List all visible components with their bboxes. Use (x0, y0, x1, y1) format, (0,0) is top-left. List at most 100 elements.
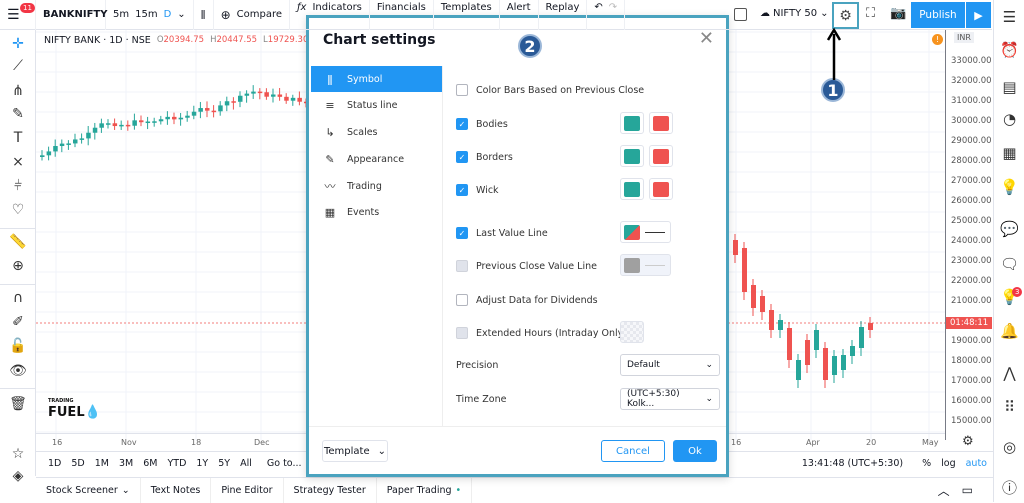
prev-close-line-option[interactable]: Previous Close Value Line (456, 260, 597, 272)
alert-button[interactable]: Alert (500, 0, 539, 30)
warning-icon[interactable]: ! (932, 34, 943, 45)
range-3m[interactable]: 3M (119, 458, 133, 469)
borders-up-color[interactable] (620, 145, 644, 167)
chats-icon[interactable]: 💬 (994, 220, 1024, 238)
collapse-panel-icon[interactable]: ︿ (938, 482, 950, 499)
dots-grid-icon[interactable]: ⠿ (994, 398, 1024, 416)
compare-button[interactable]: ⊕ Compare (214, 0, 291, 30)
trash-icon[interactable]: 🗑 (8, 396, 28, 412)
tab-paper-trading[interactable]: Paper Trading • (377, 477, 473, 503)
chart-type-button[interactable]: ǁ (194, 0, 214, 30)
trend-line-icon[interactable]: ⟋ (8, 58, 28, 74)
adjust-dividends-option[interactable]: Adjust Data for Dividends (456, 294, 598, 306)
tab-pine-editor[interactable]: Pine Editor (211, 477, 284, 503)
chevron-down-icon[interactable]: ⌄ (177, 9, 185, 20)
checkbox[interactable]: ✓ (456, 227, 468, 239)
alarm-clock-icon[interactable]: ⏰ (994, 41, 1024, 59)
range-1y[interactable]: 1Y (196, 458, 208, 469)
last-value-line-option[interactable]: ✓ Last Value Line (456, 227, 548, 239)
icons-tool-icon[interactable]: ♡ (8, 202, 28, 218)
eye-icon[interactable]: 👁 (8, 363, 28, 379)
brush-icon[interactable]: ✎ (8, 106, 28, 122)
extended-hours-color[interactable] (620, 321, 644, 343)
checkbox[interactable] (456, 294, 468, 306)
chat-icon[interactable]: 🗨 (994, 255, 1024, 273)
nav-events[interactable]: ▦ Events (311, 199, 442, 225)
range-5d[interactable]: 5D (71, 458, 84, 469)
interval-15m[interactable]: 15m (135, 9, 157, 20)
templates-button[interactable]: Templates (434, 0, 500, 30)
ruler-icon[interactable]: 📏 (8, 234, 28, 250)
pattern-icon[interactable]: ⨯ (8, 154, 28, 170)
calendar-icon[interactable]: ▦ (994, 144, 1024, 162)
layers-icon[interactable]: ◈ (8, 468, 28, 484)
wick-down-color[interactable] (649, 178, 673, 200)
checkbox[interactable]: ✓ (456, 184, 468, 196)
timer-icon[interactable]: ◔ (994, 110, 1024, 128)
crosshair-icon[interactable]: ✛ (8, 36, 28, 52)
log-toggle[interactable]: log (941, 458, 955, 469)
help-icon[interactable]: ⓘ (994, 477, 1024, 498)
borders-option[interactable]: ✓ Borders (456, 151, 513, 163)
wick-up-color[interactable] (620, 178, 644, 200)
star-icon[interactable]: ☆ (8, 446, 28, 462)
interval-d[interactable]: D (164, 9, 172, 20)
text-icon[interactable]: T (8, 130, 28, 146)
range-1d[interactable]: 1D (48, 458, 61, 469)
bell-icon[interactable]: 🔔 (994, 322, 1024, 340)
borders-down-color[interactable] (649, 145, 673, 167)
precision-select[interactable]: Default ⌄ (620, 354, 720, 376)
zoom-in-icon[interactable]: ⊕ (8, 258, 28, 274)
prediction-icon[interactable]: ⫩ (8, 178, 28, 194)
currency-label[interactable]: INR (954, 32, 974, 43)
trading-icon[interactable]: ⋀ (994, 364, 1024, 382)
unlock-icon[interactable]: 🔓 (8, 338, 28, 354)
checkbox[interactable]: ✓ (456, 151, 468, 163)
settings-button[interactable]: ⚙ (832, 2, 859, 29)
magnet-icon[interactable]: ∩ (8, 290, 28, 306)
nav-appearance[interactable]: ✎ Appearance (311, 146, 442, 172)
nav-trading[interactable]: 〰 Trading (311, 173, 442, 199)
cancel-button[interactable]: Cancel (601, 440, 665, 462)
tab-text-notes[interactable]: Text Notes (141, 477, 212, 503)
redo-icon[interactable]: ↷ (609, 2, 617, 13)
bodies-down-color[interactable] (649, 112, 673, 134)
percent-toggle[interactable]: % (922, 458, 931, 469)
prev-close-line-style[interactable] (620, 254, 671, 276)
nav-symbol[interactable]: ǁ Symbol (311, 66, 442, 92)
close-icon[interactable]: ✕ (699, 28, 714, 49)
range-5y[interactable]: 5Y (218, 458, 230, 469)
coins-icon[interactable]: ◎ (994, 438, 1024, 456)
ok-button[interactable]: Ok (673, 440, 717, 462)
interval-5m[interactable]: 5m (113, 9, 129, 20)
pitchfork-icon[interactable]: ⋔ (8, 83, 28, 99)
color-bars-option[interactable]: Color Bars Based on Previous Close (456, 84, 644, 96)
last-value-line-style[interactable] (620, 221, 671, 243)
range-1m[interactable]: 1M (95, 458, 109, 469)
nav-status-line[interactable]: ≡ Status line (311, 92, 442, 118)
bodies-up-color[interactable] (620, 112, 644, 134)
range-all[interactable]: All (240, 458, 252, 469)
auto-toggle[interactable]: auto (966, 458, 987, 469)
watchlist-icon[interactable]: ☰ (994, 8, 1024, 26)
checkbox[interactable]: ✓ (456, 118, 468, 130)
template-button[interactable]: Template ⌄ (322, 440, 388, 462)
clock[interactable]: 13:41:48 (UTC+5:30) (802, 458, 903, 469)
checkbox[interactable] (456, 84, 468, 96)
goto-button[interactable]: Go to... (267, 458, 302, 469)
bodies-option[interactable]: ✓ Bodies (456, 118, 508, 130)
checkbox[interactable] (456, 327, 468, 339)
axis-settings-gear-icon[interactable]: ⚙ (962, 434, 974, 449)
tab-stock-screener[interactable]: Stock Screener ⌄ (36, 477, 141, 503)
financials-button[interactable]: Financials (370, 0, 434, 30)
checkbox[interactable] (456, 260, 468, 272)
replay-button[interactable]: Replay (539, 0, 588, 30)
price-axis[interactable]: INR 33000.00 32000.00 31000.00 30000.00 2900… (945, 30, 992, 440)
lightbulb-icon[interactable]: 💡 (994, 178, 1024, 196)
publish-button[interactable]: Publish (911, 2, 965, 28)
tab-strategy-tester[interactable]: Strategy Tester (284, 477, 377, 503)
indicators-button[interactable]: ƒx Indicators (290, 0, 370, 30)
maximize-panel-icon[interactable]: ▭ (962, 483, 973, 497)
publish-video-button[interactable]: ▶ (966, 2, 991, 28)
menu-button[interactable]: ☰ 11 (0, 0, 36, 30)
